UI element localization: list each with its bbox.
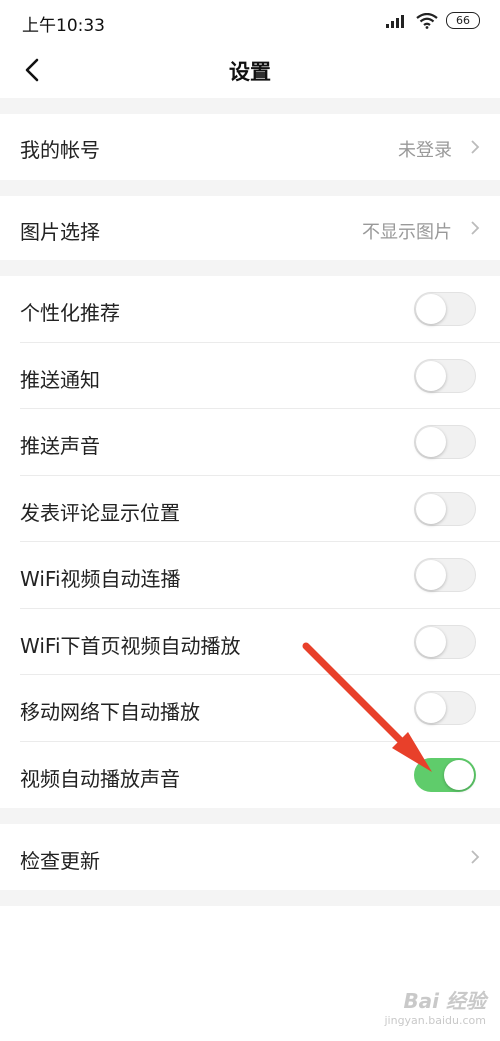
signal-icon — [386, 14, 404, 28]
image-select-value: 不显示图片 — [362, 222, 452, 243]
toggle-row[interactable]: 移动网络下自动播放 — [0, 675, 500, 742]
toggle-row[interactable]: WiFi视频自动连播 — [0, 542, 500, 609]
toggle-switch[interactable] — [414, 425, 476, 459]
account-value: 未登录 — [398, 140, 452, 161]
toggle-row[interactable]: 个性化推荐 — [0, 276, 500, 343]
check-update-label: 检查更新 — [20, 849, 100, 873]
chevron-right-icon — [471, 850, 480, 864]
chevron-right-icon — [471, 140, 480, 154]
watermark: Bai 经验 jingyan.baidu.com — [384, 985, 486, 1027]
watermark-logo: Bai 经验 — [403, 989, 486, 1013]
toggle-knob — [416, 360, 446, 391]
status-time: 上午10:33 — [22, 16, 105, 36]
toggle-knob — [416, 626, 446, 657]
toggle-switch[interactable] — [414, 292, 476, 326]
toggle-label: 移动网络下自动播放 — [20, 700, 200, 724]
toggle-row[interactable]: 推送声音 — [0, 409, 500, 476]
section-gap — [0, 260, 500, 276]
account-label: 我的帐号 — [20, 138, 100, 162]
nav-bar: 设置 — [0, 42, 500, 98]
toggle-knob — [416, 427, 446, 457]
toggle-knob — [444, 759, 474, 790]
battery-icon: 66 — [446, 12, 480, 29]
toggle-knob — [416, 693, 446, 723]
toggle-switch[interactable] — [414, 358, 476, 393]
toggle-switch[interactable] — [414, 624, 476, 659]
toggle-switch[interactable] — [414, 757, 476, 792]
toggle-switch[interactable] — [414, 558, 476, 592]
account-row[interactable]: 我的帐号 未登录 — [0, 114, 500, 180]
chevron-right-icon — [471, 221, 480, 235]
section-gap — [0, 180, 500, 196]
toggle-knob — [416, 493, 446, 524]
toggle-label: 视频自动播放声音 — [20, 766, 180, 791]
watermark-url: jingyan.baidu.com — [384, 1014, 486, 1027]
page-title: 设置 — [229, 60, 271, 84]
check-update-row[interactable]: 检查更新 — [0, 824, 500, 890]
toggle-knob — [416, 294, 446, 324]
toggle-knob — [416, 560, 446, 590]
toggle-switch[interactable] — [414, 491, 476, 526]
section-gap — [0, 98, 500, 114]
image-select-row[interactable]: 图片选择 不显示图片 — [0, 196, 500, 260]
section-gap — [0, 890, 500, 906]
toggle-label: 个性化推荐 — [20, 301, 120, 325]
toggle-label: 发表评论显示位置 — [20, 500, 180, 525]
section-gap — [0, 808, 500, 824]
status-icons: 66 — [386, 12, 480, 29]
toggle-label: 推送通知 — [20, 367, 100, 392]
image-select-label: 图片选择 — [20, 220, 100, 244]
toggle-row[interactable]: 视频自动播放声音 — [0, 741, 500, 808]
toggle-label: 推送声音 — [20, 434, 100, 458]
toggle-row[interactable]: 发表评论显示位置 — [0, 475, 500, 542]
toggle-label: WiFi下首页视频自动播放 — [20, 633, 241, 658]
toggle-row[interactable]: WiFi下首页视频自动播放 — [0, 608, 500, 675]
status-bar: 上午10:33 66 — [0, 0, 500, 42]
toggle-switch[interactable] — [414, 691, 476, 725]
toggle-row[interactable]: 推送通知 — [0, 342, 500, 409]
wifi-icon — [416, 12, 438, 29]
toggle-label: WiFi视频自动连播 — [20, 567, 181, 591]
